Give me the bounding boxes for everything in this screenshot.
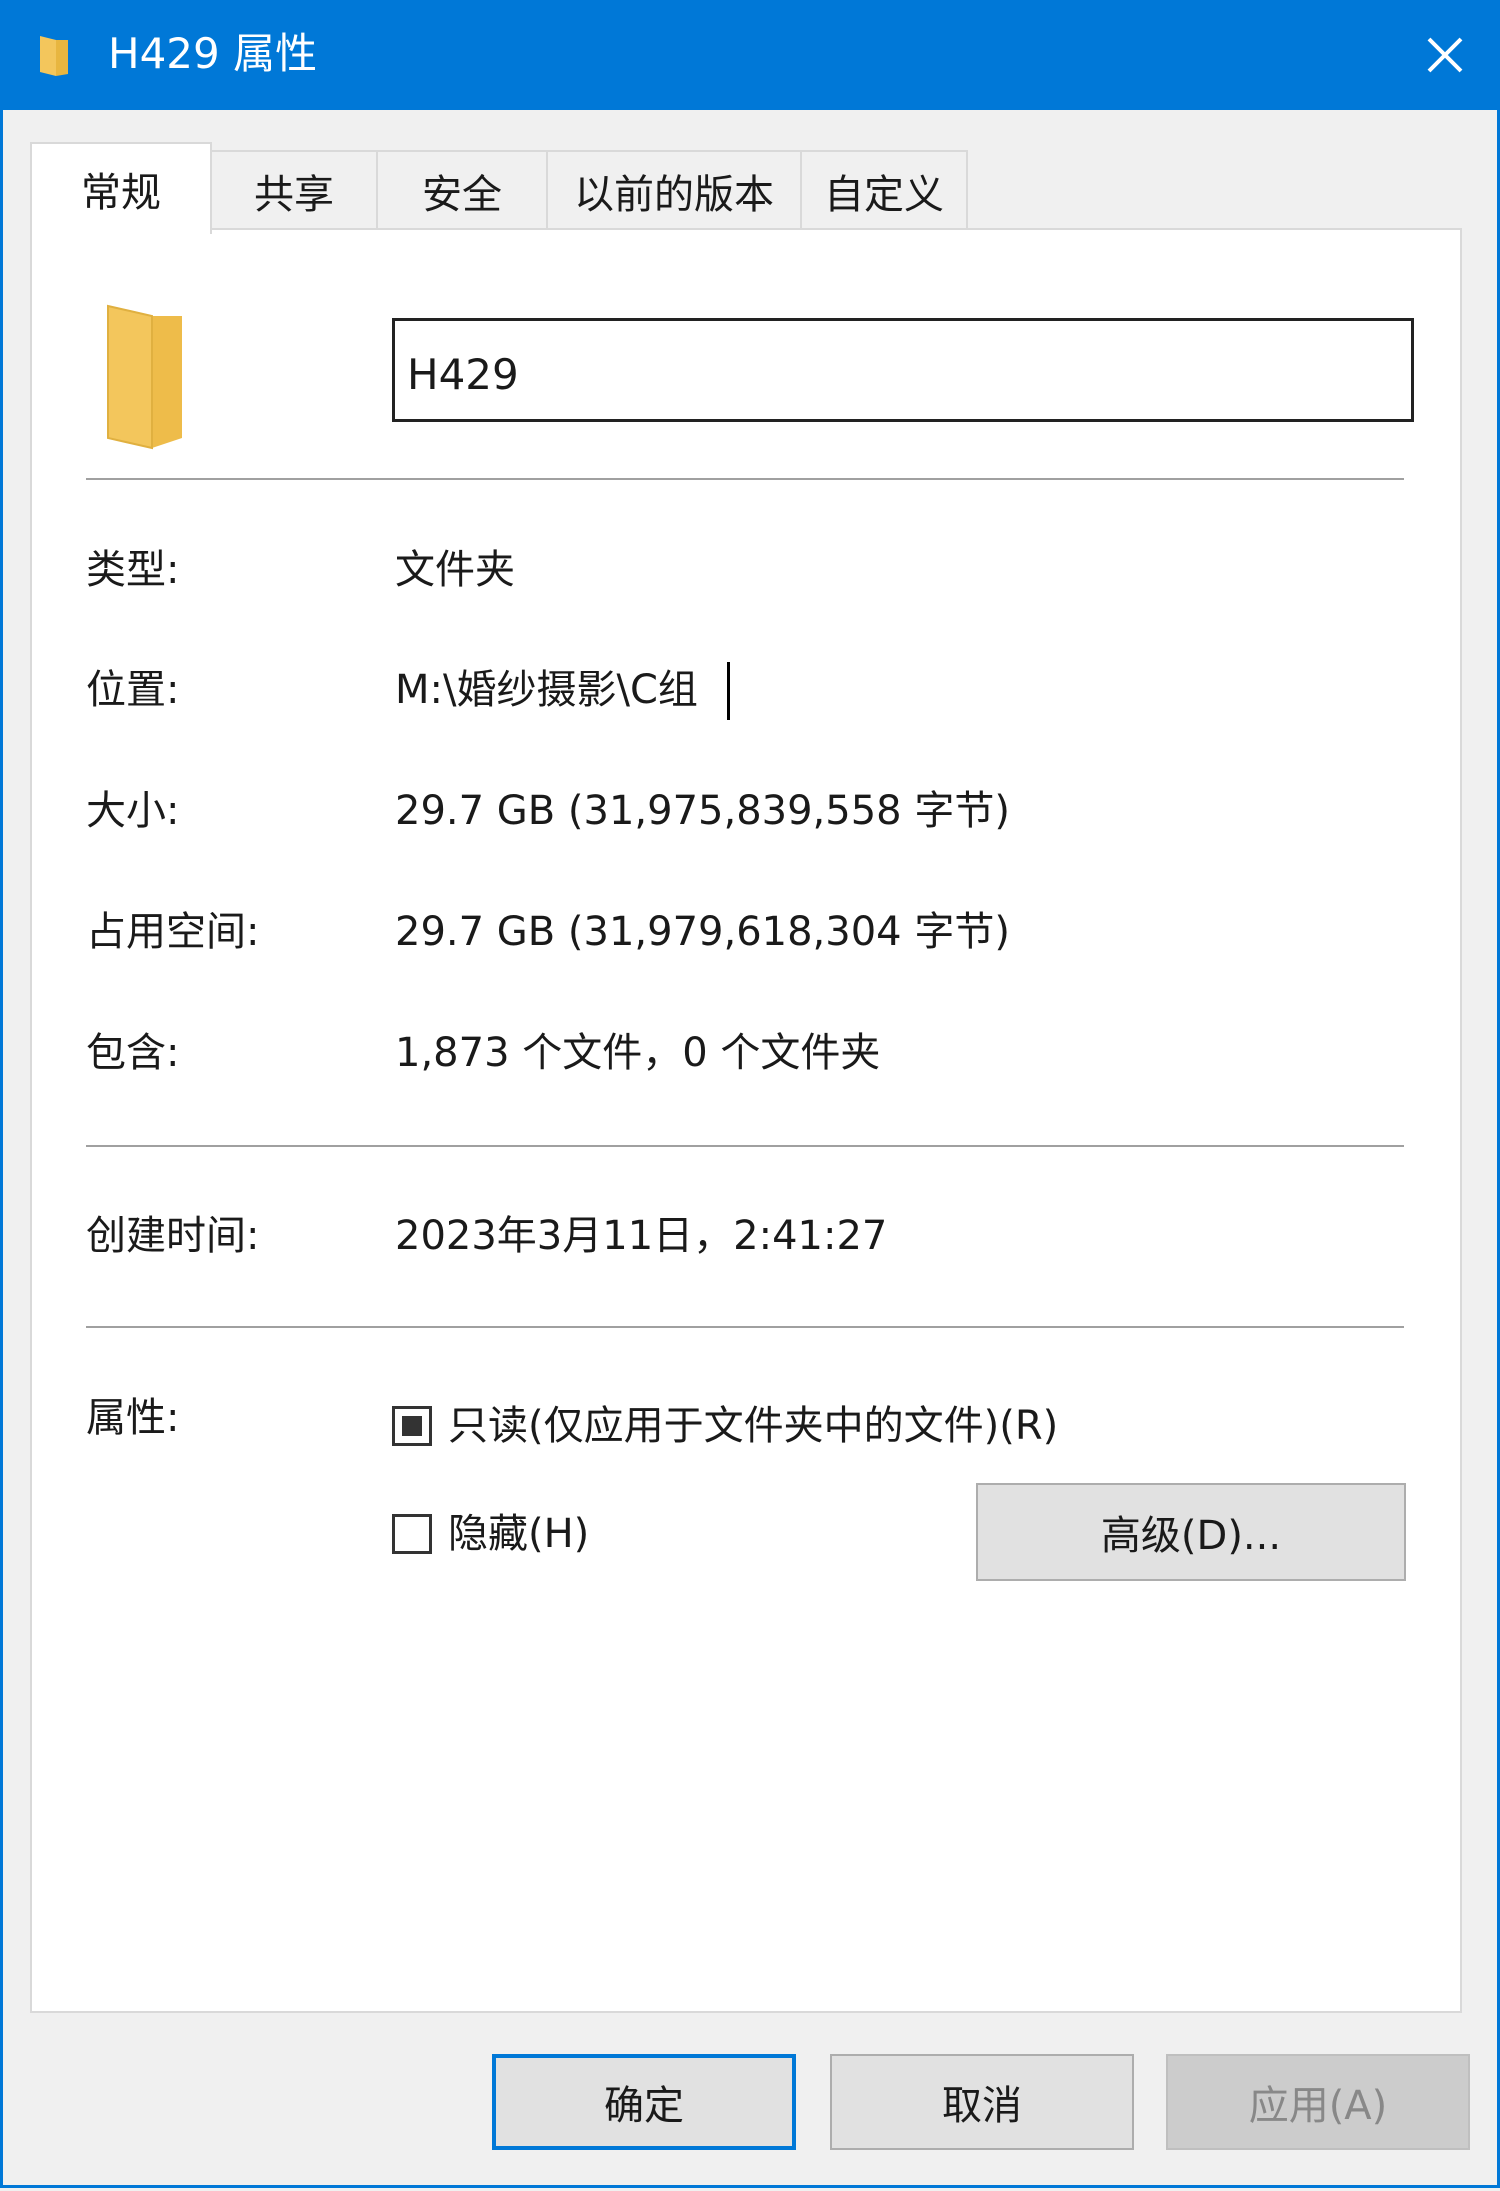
general-panel [30, 228, 1462, 2013]
advanced-button-label: 高级(D)... [1100, 1513, 1282, 1559]
ok-button[interactable]: 确定 [492, 2054, 796, 2150]
text-caret [727, 662, 730, 720]
divider [86, 478, 1404, 480]
size-label: 大小: [86, 788, 180, 834]
type-label: 类型: [86, 547, 180, 593]
tab-label: 常规 [81, 170, 161, 216]
advanced-button[interactable]: 高级(D)... [976, 1483, 1406, 1581]
apply-button-label: 应用(A) [1248, 2083, 1388, 2129]
tab-security[interactable]: 安全 [376, 150, 548, 230]
readonly-checkbox[interactable] [392, 1406, 432, 1446]
title-bar: H429 属性 [0, 0, 1500, 110]
created-label: 创建时间: [86, 1213, 260, 1259]
disk-size-value: 29.7 GB (31,979,618,304 字节) [395, 909, 1010, 955]
type-value: 文件夹 [395, 547, 515, 593]
apply-button[interactable]: 应用(A) [1166, 2054, 1470, 2150]
attributes-label: 属性: [86, 1395, 180, 1441]
tab-customize[interactable]: 自定义 [800, 150, 968, 230]
size-value: 29.7 GB (31,975,839,558 字节) [395, 788, 1010, 834]
folder-large-icon [100, 302, 190, 456]
contains-value: 1,873 个文件，0 个文件夹 [395, 1030, 881, 1076]
created-value: 2023年3月11日，2:41:27 [395, 1213, 888, 1259]
indeterminate-mark [402, 1416, 422, 1436]
tab-sharing[interactable]: 共享 [210, 150, 378, 230]
tab-label: 以前的版本 [574, 172, 774, 218]
hidden-checkbox[interactable] [392, 1514, 432, 1554]
cancel-button-label: 取消 [942, 2083, 1022, 2129]
close-icon [1427, 37, 1463, 73]
divider [86, 1326, 1404, 1328]
folder-icon [36, 34, 72, 82]
tab-label: 自定义 [824, 172, 944, 218]
readonly-label[interactable]: 只读(仅应用于文件夹中的文件)(R) [448, 1398, 1058, 1454]
disk-size-label: 占用空间: [86, 909, 260, 955]
tab-label: 安全 [422, 172, 502, 218]
tab-label: 共享 [254, 172, 334, 218]
hidden-label[interactable]: 隐藏(H) [448, 1506, 589, 1562]
folder-name-input[interactable] [392, 318, 1414, 422]
cancel-button[interactable]: 取消 [830, 2054, 1134, 2150]
close-button[interactable] [1390, 0, 1500, 110]
window-title: H429 属性 [108, 29, 318, 78]
ok-button-label: 确定 [604, 2083, 684, 2129]
contains-label: 包含: [86, 1030, 180, 1076]
tab-general[interactable]: 常规 [30, 142, 212, 234]
divider [86, 1145, 1404, 1147]
tab-previous-versions[interactable]: 以前的版本 [546, 150, 802, 230]
location-value[interactable]: M:\婚纱摄影\C组 [395, 662, 698, 718]
location-label: 位置: [86, 667, 180, 713]
